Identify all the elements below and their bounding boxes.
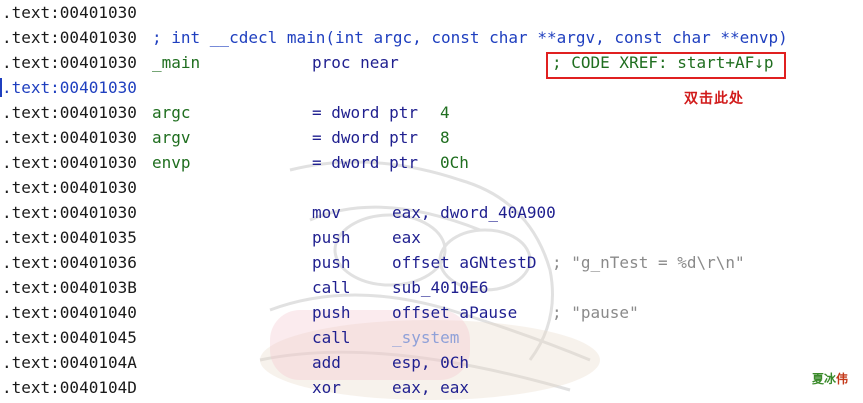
line-operand[interactable]: 8 — [440, 125, 450, 150]
listing-line[interactable]: .text:0040103B call sub_4010E6 — [0, 275, 863, 300]
line-address[interactable]: .text:00401030 — [2, 0, 137, 25]
line-mnemonic: = dword ptr — [312, 103, 418, 122]
line-address[interactable]: .text:00401035 — [2, 225, 137, 250]
line-mnemonic: add — [312, 353, 341, 372]
line-address[interactable]: .text:00401036 — [2, 250, 137, 275]
listing-line[interactable]: .text:00401040 push offset aPause ; "pause" — [0, 300, 863, 325]
line-label[interactable]: argc — [152, 100, 191, 125]
line-operand[interactable]: esp, 0Ch — [392, 350, 469, 375]
line-mnemonic: call — [312, 278, 351, 297]
line-operand[interactable]: _system — [392, 325, 459, 350]
line-label[interactable]: argv — [152, 125, 191, 150]
xref-highlight-box — [546, 52, 786, 79]
line-mnemonic: = dword ptr — [312, 153, 418, 172]
line-address[interactable]: .text:00401030 — [2, 50, 137, 75]
string-comment: ; "pause" — [552, 303, 639, 322]
listing-line[interactable]: .text:00401030 — [0, 175, 863, 200]
line-address[interactable]: .text:0040103B — [2, 275, 137, 300]
line-address[interactable]: .text:0040104D — [2, 375, 137, 400]
line-address[interactable]: .text:00401030 — [2, 125, 137, 150]
listing-line[interactable]: .text:00401030 argv = dword ptr 8 — [0, 125, 863, 150]
line-address[interactable]: .text:00401030 — [2, 100, 137, 125]
line-mnemonic: push — [312, 303, 351, 322]
line-label[interactable]: envp — [152, 150, 191, 175]
watermark-char: 伟 — [836, 372, 849, 386]
listing-line[interactable]: .text:0040104D xor eax, eax — [0, 375, 863, 400]
line-address[interactable]: .text:00401030 — [2, 25, 137, 50]
listing-line[interactable]: .text:00401030 ; int __cdecl main(int arg… — [0, 25, 863, 50]
watermark-char: 冰 — [824, 372, 837, 386]
line-operand[interactable]: 4 — [440, 100, 450, 125]
double-click-annotation: 双击此处 — [684, 91, 744, 107]
listing-line[interactable]: .text:00401045 call _system — [0, 325, 863, 350]
listing-line[interactable]: .text:00401030 mov eax, dword_40A900 — [0, 200, 863, 225]
line-mnemonic: mov — [312, 203, 341, 222]
line-address[interactable]: .text:0040104A — [2, 350, 137, 375]
line-address[interactable]: .text:00401030 — [2, 150, 137, 175]
line-mnemonic: = dword ptr — [312, 128, 418, 147]
line-operand[interactable]: sub_4010E6 — [392, 275, 488, 300]
listing-line[interactable]: .text:0040104A add esp, 0Ch — [0, 350, 863, 375]
listing-line[interactable]: .text:00401036 push offset aGNtestD ; "g_nT… — [0, 250, 863, 275]
line-mnemonic: push — [312, 253, 351, 272]
watermark-logo: 夏冰伟 — [812, 370, 848, 387]
line-mnemonic: xor — [312, 378, 341, 397]
line-mnemonic: push — [312, 228, 351, 247]
line-operand[interactable]: eax — [392, 225, 421, 250]
string-comment: ; "g_nTest = %d\r\n" — [552, 253, 745, 272]
function-signature-comment: ; int __cdecl main(int argc, const char … — [152, 28, 788, 47]
line-operand[interactable]: eax, dword_40A900 — [392, 200, 556, 225]
line-address[interactable]: .text:00401040 — [2, 300, 137, 325]
listing-line[interactable]: .text:00401035 push eax — [0, 225, 863, 250]
line-address[interactable]: .text:00401045 — [2, 325, 137, 350]
line-label[interactable]: _main — [152, 50, 200, 75]
listing-line[interactable]: .text:00401030 envp = dword ptr 0Ch — [0, 150, 863, 175]
line-operand[interactable]: eax, eax — [392, 375, 469, 400]
line-operand[interactable]: offset aPause — [392, 300, 517, 325]
line-address[interactable]: .text:00401030 — [2, 200, 137, 225]
listing-line[interactable]: .text:00401030 — [0, 0, 863, 25]
line-mnemonic: proc near — [312, 53, 399, 72]
watermark-char: 夏 — [812, 372, 825, 386]
line-address[interactable]: .text:00401030 — [2, 75, 137, 100]
line-address[interactable]: .text:00401030 — [2, 175, 137, 200]
line-operand[interactable]: offset aGNtestD — [392, 250, 537, 275]
line-mnemonic: call — [312, 328, 351, 347]
line-operand[interactable]: 0Ch — [440, 150, 469, 175]
